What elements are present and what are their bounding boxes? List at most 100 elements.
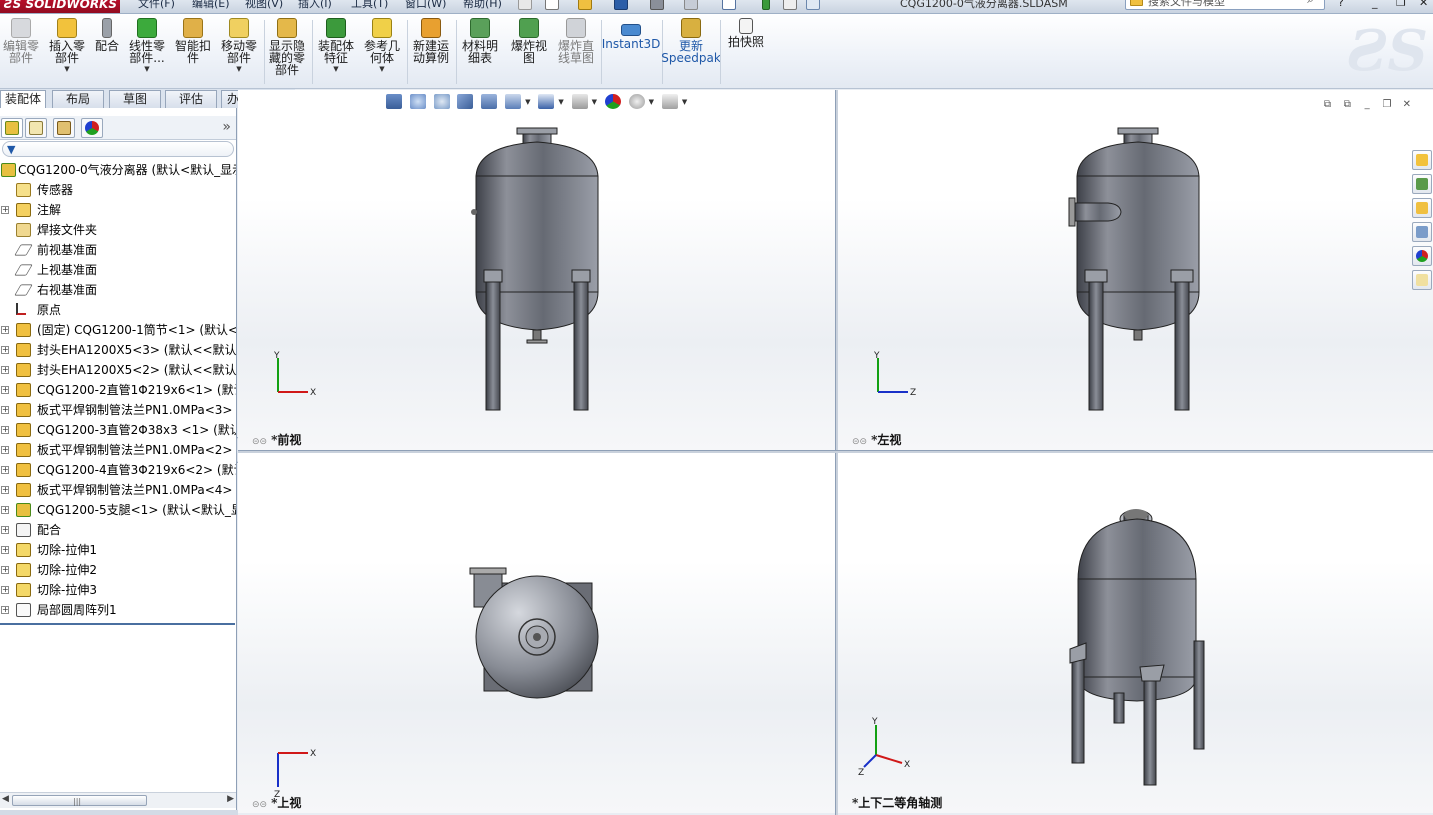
chevron-down-icon[interactable]: ▼ <box>649 98 654 106</box>
expand-toggle[interactable]: + <box>1 366 9 374</box>
chevron-down-icon[interactable]: ▼ <box>525 98 530 106</box>
tree-item-component[interactable]: + 封头EHA1200X5<2> (默认<<默认>_显示状态 1>) <box>0 360 236 380</box>
apply-scene-icon[interactable] <box>628 94 645 109</box>
tree-item-root-assembly[interactable]: CQG1200-0气液分离器 (默认<默认_显示状态-1>) <box>0 160 236 180</box>
smart-fasteners-button[interactable]: 智能扣 件 <box>172 18 214 64</box>
tab-assembly[interactable]: 装配体 <box>0 90 46 109</box>
tree-item-right-plane[interactable]: 右视基准面 <box>0 280 236 300</box>
rollback-bar[interactable] <box>0 623 235 625</box>
chevron-down-icon[interactable]: ▼ <box>379 65 384 73</box>
chevron-down-icon[interactable]: ▼ <box>682 98 687 106</box>
reference-geometry-button[interactable]: 参考几 何体 ▼ <box>361 18 403 73</box>
tab-evaluate[interactable]: 评估 <box>165 90 217 108</box>
view-settings-icon[interactable] <box>661 94 678 109</box>
design-library-tab[interactable] <box>1412 174 1432 194</box>
tree-item-component[interactable]: + CQG1200-2直管1Φ219x6<1> (默认<<默认>_显示状态 1>… <box>0 380 236 400</box>
open-folder-icon[interactable] <box>578 0 592 10</box>
tree-item-component[interactable]: + 封头EHA1200X5<3> (默认<<默认>_显示状态 1>) <box>0 340 236 360</box>
scroll-right-icon[interactable]: ▶ <box>227 794 234 804</box>
insert-component-button[interactable]: 插入零 部件 ▼ <box>46 18 88 73</box>
solidworks-logo[interactable]: ƧS SOLIDWORKS <box>0 0 120 13</box>
custom-properties-tab[interactable] <box>1412 270 1432 290</box>
menu-edit[interactable]: 编辑(E) <box>192 0 230 11</box>
section-view-icon[interactable] <box>457 94 474 109</box>
linear-pattern-button[interactable]: 线性零 部件... ▼ <box>126 18 168 73</box>
print-icon[interactable] <box>650 0 664 10</box>
tree-item-circular-pattern[interactable]: + 局部圆周阵列1 <box>0 600 236 620</box>
expand-toggle[interactable]: + <box>1 586 9 594</box>
file-properties-icon[interactable] <box>783 0 797 10</box>
link-views-icon[interactable]: ⊝⊝ <box>252 437 267 447</box>
view-palette-tab[interactable] <box>1412 222 1432 242</box>
horizontal-scrollbar[interactable]: ◀ ||| ▶ <box>0 792 236 808</box>
file-explorer-tab[interactable] <box>1412 198 1432 218</box>
expand-toggle[interactable]: + <box>1 326 9 334</box>
hide-show-items-icon[interactable] <box>571 94 588 109</box>
tab-configuration-manager[interactable] <box>53 118 75 138</box>
expand-toggle[interactable]: + <box>1 206 9 214</box>
viewport-front[interactable]: Y X ⊝⊝ *前视 <box>238 90 835 450</box>
move-component-button[interactable]: 移动零 部件 ▼ <box>218 18 260 73</box>
tree-item-component[interactable]: + (固定) CQG1200-1筒节<1> (默认<<默认>_显示状态 1>) <box>0 320 236 340</box>
menu-window[interactable]: 窗口(W) <box>405 0 446 11</box>
expand-toggle[interactable]: + <box>1 566 9 574</box>
tree-item-weld-folder[interactable]: 焊接文件夹 <box>0 220 236 240</box>
tree-item-origin[interactable]: 原点 <box>0 300 236 320</box>
explode-line-sketch-button[interactable]: 爆炸直 线草图 <box>554 18 598 64</box>
expand-toggle[interactable]: + <box>1 486 9 494</box>
menu-view[interactable]: 视图(V) <box>245 0 283 11</box>
edit-component-button[interactable]: 编辑零 部件 <box>2 18 40 64</box>
tree-item-annotations[interactable]: + 注解 <box>0 200 236 220</box>
menu-file[interactable]: 文件(F) <box>138 0 175 11</box>
edit-appearance-icon[interactable] <box>604 94 621 109</box>
expand-toggle[interactable]: + <box>1 446 9 454</box>
zoom-to-fit-icon[interactable] <box>386 94 402 109</box>
tree-item-component[interactable]: + 板式平焊钢制管法兰PN1.0MPa<3> <box>0 400 236 420</box>
expand-toggle[interactable]: + <box>1 546 9 554</box>
tree-filter[interactable]: ▼ <box>2 141 234 157</box>
instant3d-button[interactable]: Instant3D <box>602 18 660 50</box>
expand-toggle[interactable]: + <box>1 466 9 474</box>
menu-tools[interactable]: 工具(T) <box>351 0 388 11</box>
filter-funnel-icon[interactable]: ▼ <box>7 143 15 156</box>
viewport-left[interactable]: Y Z ⊝⊝ *左视 <box>838 90 1433 450</box>
chevron-down-icon[interactable]: ▼ <box>592 98 597 106</box>
tree-item-front-plane[interactable]: 前视基准面 <box>0 240 236 260</box>
tab-feature-manager[interactable] <box>1 118 23 138</box>
dynamic-annotation-icon[interactable] <box>481 94 498 109</box>
chevron-down-icon[interactable]: ▼ <box>236 65 241 73</box>
bill-of-materials-button[interactable]: 材料明 细表 <box>459 18 501 64</box>
tab-display-manager[interactable] <box>81 118 103 138</box>
scroll-left-icon[interactable]: ◀ <box>2 794 9 804</box>
tab-layout[interactable]: 布局 <box>52 90 104 108</box>
expand-toggle[interactable]: + <box>1 426 9 434</box>
expand-toggle[interactable]: + <box>1 606 9 614</box>
viewport-minimize-icon[interactable]: _ <box>1361 99 1374 111</box>
search-input[interactable]: 搜索文件与模型 ⌕ <box>1125 0 1325 10</box>
tree-item-component[interactable]: + 板式平焊钢制管法兰PN1.0MPa<2> <box>0 440 236 460</box>
chevron-down-icon[interactable]: ▼ <box>144 65 149 73</box>
new-document-icon[interactable] <box>545 0 559 10</box>
expand-toggle[interactable]: + <box>1 506 9 514</box>
tree-item-cut-extrude[interactable]: + 切除-拉伸1 <box>0 540 236 560</box>
zoom-to-area-icon[interactable] <box>409 94 426 109</box>
tree-item-top-plane[interactable]: 上视基准面 <box>0 260 236 280</box>
show-hidden-components-button[interactable]: 显示隐 藏的零 部件 <box>266 18 308 76</box>
menu-insert[interactable]: 插入(I) <box>298 0 332 11</box>
tab-sketch[interactable]: 草图 <box>109 90 161 108</box>
tree-item-mates[interactable]: + 配合 <box>0 520 236 540</box>
restore-icon[interactable]: ❐ <box>1396 0 1406 9</box>
chevron-down-icon[interactable]: ▼ <box>333 65 338 73</box>
select-cursor-icon[interactable] <box>722 0 736 10</box>
viewport-split-icon[interactable]: ⧉ <box>1341 99 1354 111</box>
help-question-icon[interactable]: ? <box>1338 0 1344 9</box>
link-views-icon[interactable]: ⊝⊝ <box>852 437 867 447</box>
save-icon[interactable] <box>614 0 628 10</box>
tree-item-component[interactable]: + CQG1200-3直管2Φ38x3 <1> (默认<<默认>_显示状态 1>… <box>0 420 236 440</box>
chevron-down-icon[interactable]: ▼ <box>558 98 563 106</box>
tree-item-cut-extrude[interactable]: + 切除-拉伸3 <box>0 580 236 600</box>
undo-icon[interactable] <box>684 0 698 10</box>
tab-property-manager[interactable] <box>25 118 47 138</box>
options-icon[interactable] <box>806 0 820 10</box>
tree-item-sensors[interactable]: 传感器 <box>0 180 236 200</box>
